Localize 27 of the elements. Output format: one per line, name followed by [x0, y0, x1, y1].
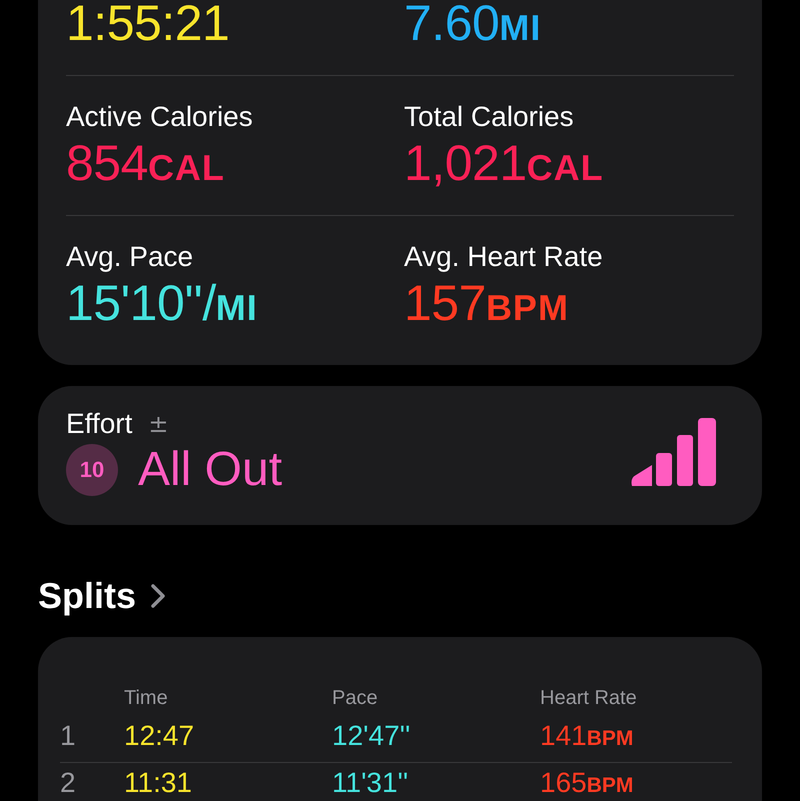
- split-number: 1: [60, 720, 76, 751]
- split-value: 11'31'': [332, 767, 408, 798]
- metric-value: 157BPM: [404, 276, 569, 333]
- effort-score-badge: 10: [66, 444, 118, 496]
- split-value: 11:31: [124, 767, 192, 798]
- split-value: 12:47: [124, 720, 194, 751]
- column-header: Time: [124, 687, 169, 711]
- metric-value: 7.60MI: [404, 0, 542, 53]
- chevron-icon[interactable]: [150, 583, 166, 609]
- split-number: 2: [60, 767, 76, 798]
- metric-value: 854CAL: [66, 136, 225, 193]
- split-value: 165BPM: [540, 767, 634, 798]
- metric-value: 15'10''/MI: [66, 276, 258, 333]
- section-title[interactable]: Splits: [38, 575, 136, 617]
- metric-label: Avg. Pace: [66, 240, 194, 274]
- metric-value: 1,021CAL: [404, 136, 604, 193]
- effort-label: Effort: [66, 408, 132, 440]
- metric-value: 1:55:21: [66, 0, 230, 50]
- effort-rating: All Out: [138, 442, 282, 497]
- metric-label: Active Calories: [66, 100, 254, 134]
- split-value: 12'47'': [332, 720, 410, 751]
- split-value: 141BPM: [540, 720, 634, 751]
- adjust-button[interactable]: ±: [148, 410, 169, 438]
- metric-label: Total Calories: [404, 100, 575, 134]
- metric-label: Avg. Heart Rate: [404, 240, 604, 274]
- column-header: Pace: [332, 687, 379, 711]
- column-header: Heart Rate: [540, 687, 638, 711]
